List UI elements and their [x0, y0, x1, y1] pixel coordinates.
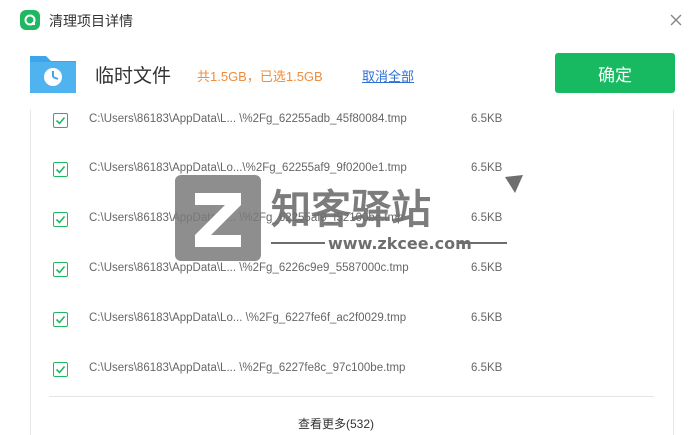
list-item: C:\Users\86183\AppData\Lo...\%2Fg_62255a… — [31, 162, 673, 192]
file-path: C:\Users\86183\AppData\L... \%2Fg_6226c9… — [89, 262, 409, 274]
file-size: 6.5KB — [471, 262, 503, 274]
list-item: C:\Users\86183\AppData\L... \%2Fg_62255a… — [31, 113, 673, 143]
app-logo-icon — [20, 10, 40, 30]
file-size: 6.5KB — [471, 113, 503, 125]
category-name: 临时文件 — [95, 66, 172, 87]
file-path: C:\Users\86183\AppData\L... \%2Fg_6227fe… — [89, 362, 406, 374]
window-title: 清理项目详情 — [49, 13, 133, 29]
list-item: C:\Users\86183\AppData\L... \%2Fg_6227fe… — [31, 362, 673, 392]
clock-folder-icon — [28, 48, 78, 98]
cancel-all-link[interactable]: 取消全部 — [362, 66, 414, 85]
file-path: C:\Users\86183\AppData\Lo...\%2Fg_62255a… — [89, 162, 407, 174]
file-path: C:\Users\86183\AppData\L... \%2Fg_62255a… — [89, 113, 407, 125]
file-size: 6.5KB — [471, 212, 503, 224]
item-checkbox[interactable] — [53, 312, 68, 327]
list-divider — [49, 396, 654, 397]
file-path: C:\Users\86183\AppData\L... \%2Fg_62255a… — [89, 212, 404, 224]
file-path: C:\Users\86183\AppData\Lo... \%2Fg_6227f… — [89, 312, 407, 324]
list-item: C:\Users\86183\AppData\Lo... \%2Fg_6227f… — [31, 312, 673, 342]
list-item: C:\Users\86183\AppData\L... \%2Fg_6226c9… — [31, 262, 673, 292]
see-more-link[interactable]: 查看更多(532) — [31, 415, 641, 432]
item-checkbox[interactable] — [53, 212, 68, 227]
list-item: C:\Users\86183\AppData\L... \%2Fg_62255a… — [31, 212, 673, 242]
size-summary: 共1.5GB，已选1.5GB — [197, 69, 323, 84]
file-size: 6.5KB — [471, 162, 503, 174]
file-list[interactable]: C:\Users\86183\AppData\L... \%2Fg_62255a… — [30, 110, 674, 435]
item-checkbox[interactable] — [53, 113, 68, 128]
item-checkbox[interactable] — [53, 162, 68, 177]
title-bar: 清理项目详情 — [0, 0, 699, 40]
confirm-button[interactable]: 确定 — [555, 53, 675, 93]
file-size: 6.5KB — [471, 362, 503, 374]
file-size: 6.5KB — [471, 312, 503, 324]
item-checkbox[interactable] — [53, 262, 68, 277]
item-checkbox[interactable] — [53, 362, 68, 377]
close-icon[interactable] — [668, 12, 684, 28]
